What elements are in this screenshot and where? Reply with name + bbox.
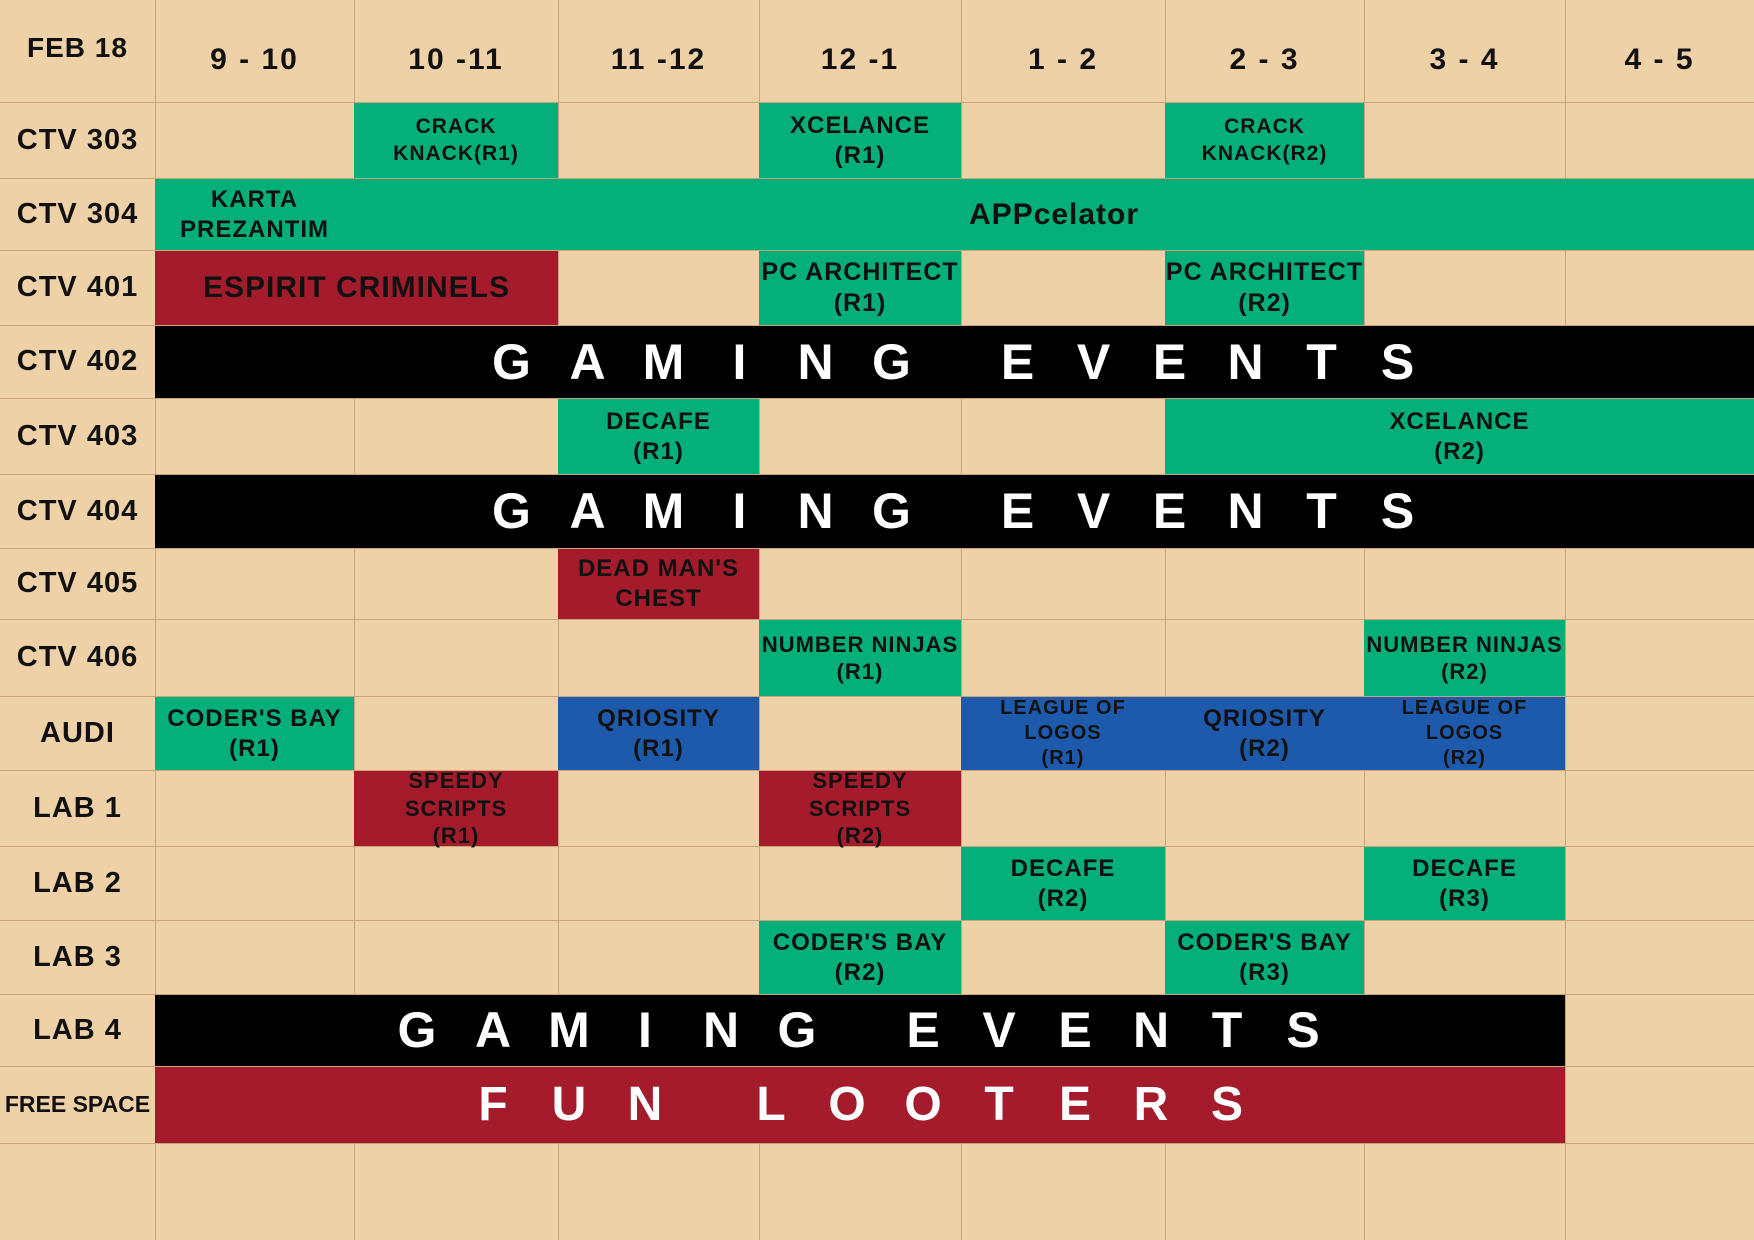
event-block: KARTA PREZANTIM: [155, 179, 354, 250]
event-block: NUMBER NINJAS (R1): [759, 620, 961, 696]
event-label: ESPIRIT CRIMINELS: [202, 271, 511, 305]
event-block: FUN LOOTERS: [155, 1067, 1565, 1143]
event-label: XCELANCE (R2): [1389, 407, 1530, 465]
event-label: DEAD MAN'S CHEST: [577, 555, 740, 612]
room-label: CTV 401: [16, 271, 139, 303]
room-label: CTV 404: [16, 494, 139, 527]
event-label: LEAGUE OF LOGOS (R2): [1401, 697, 1528, 769]
room-label: CTV 402: [16, 345, 139, 377]
room-label: CTV 304: [16, 197, 139, 230]
room-label: LAB 3: [33, 940, 122, 973]
room-label: LAB 2: [33, 866, 122, 899]
event-block: DECAFE (R3): [1364, 847, 1565, 920]
event-label: GAMING EVENTS: [492, 483, 1415, 540]
event-label: CODER'S BAY (R1): [167, 704, 342, 762]
event-label: DECAFE (R3): [1412, 854, 1517, 912]
event-block: CODER'S BAY (R3): [1165, 921, 1364, 994]
grid-horizontal-line: [0, 548, 1754, 549]
room-label: CTV 303: [16, 123, 139, 156]
event-block: CRACK KNACK(R1): [354, 103, 558, 178]
room-label: FREE SPACE: [4, 1091, 151, 1117]
event-label: QRIOSITY (R1): [597, 704, 720, 762]
event-label: DECAFE (R2): [1010, 854, 1116, 912]
event-label: CODER'S BAY (R3): [1177, 928, 1352, 986]
event-label: PC ARCHITECT (R1): [761, 257, 959, 317]
event-label: XCELANCE (R1): [789, 111, 930, 169]
event-block: QRIOSITY (R2): [1165, 697, 1364, 770]
room-label: CTV 405: [16, 567, 139, 599]
event-block: GAMING EVENTS: [155, 475, 1754, 548]
event-block: GAMING EVENTS: [155, 995, 1565, 1066]
room-label: LAB 1: [33, 791, 122, 824]
event-label: QRIOSITY (R2): [1203, 704, 1326, 762]
event-label: FUN LOOTERS: [478, 1078, 1243, 1131]
event-block: CODER'S BAY (R1): [155, 697, 354, 770]
event-block: NUMBER NINJAS (R2): [1364, 620, 1565, 696]
event-block: SPEEDY SCRIPTS (R2): [759, 768, 961, 848]
time-slot-header: 2 - 3: [1229, 43, 1300, 76]
event-label: APPcelator: [968, 197, 1140, 231]
room-label: AUDI: [40, 716, 115, 749]
room-label: CTV 406: [16, 641, 139, 673]
schedule-grid: FEB 18 9 - 10 10 -11 11 -12 12 -1 1 - 2 2 - 3 3…: [0, 0, 1754, 1240]
event-label: GAMING EVENTS: [397, 1002, 1320, 1059]
grid-horizontal-line: [0, 1143, 1754, 1144]
event-block: GAMING EVENTS: [155, 326, 1754, 398]
event-block: DECAFE (R1): [558, 399, 759, 474]
event-label: CRACK KNACK(R2): [1201, 115, 1328, 165]
time-slot-header: 1 - 2: [1027, 43, 1099, 76]
event-block: QRIOSITY (R1): [558, 697, 759, 770]
time-slot-header: 3 - 4: [1429, 43, 1500, 76]
event-block: CODER'S BAY (R2): [759, 921, 961, 994]
event-label: SPEEDY SCRIPTS (R2): [808, 768, 912, 849]
event-block: ESPIRIT CRIMINELS: [155, 251, 558, 325]
event-block: APPcelator: [354, 179, 1754, 250]
event-label: CRACK KNACK(R1): [393, 115, 519, 165]
event-block: XCELANCE (R2): [1165, 399, 1754, 474]
event-block: CRACK KNACK(R2): [1165, 103, 1364, 178]
event-label: LEAGUE OF LOGOS (R1): [1000, 697, 1126, 769]
time-slot-header: 12 -1: [820, 43, 900, 76]
event-label: NUMBER NINJAS (R2): [1366, 631, 1563, 685]
event-block: XCELANCE (R1): [759, 103, 961, 178]
room-label: LAB 4: [33, 1013, 122, 1046]
time-slot-header: 9 - 10: [210, 43, 299, 76]
time-slot-header: 4 - 5: [1624, 43, 1695, 76]
event-block: DEAD MAN'S CHEST: [558, 549, 759, 619]
event-block: DECAFE (R2): [961, 847, 1165, 920]
event-label: KARTA PREZANTIM: [180, 185, 329, 243]
event-block: PC ARCHITECT (R2): [1165, 251, 1364, 325]
event-label: NUMBER NINJAS (R1): [761, 631, 959, 685]
event-block: PC ARCHITECT (R1): [759, 251, 961, 325]
time-slot-header: 11 -12: [610, 43, 707, 76]
event-block: SPEEDY SCRIPTS (R1): [354, 768, 558, 848]
time-slot-header: 10 -11: [408, 43, 504, 76]
event-block: LEAGUE OF LOGOS (R2): [1364, 697, 1565, 770]
schedule-date: FEB 18: [27, 31, 128, 63]
event-label: DECAFE (R1): [606, 407, 711, 465]
event-label: GAMING EVENTS: [492, 333, 1415, 390]
event-label: SPEEDY SCRIPTS (R1): [404, 768, 508, 849]
room-label: CTV 403: [16, 419, 139, 452]
event-block: LEAGUE OF LOGOS (R1): [961, 697, 1165, 770]
event-label: CODER'S BAY (R2): [772, 928, 948, 986]
event-label: PC ARCHITECT (R2): [1165, 257, 1364, 317]
